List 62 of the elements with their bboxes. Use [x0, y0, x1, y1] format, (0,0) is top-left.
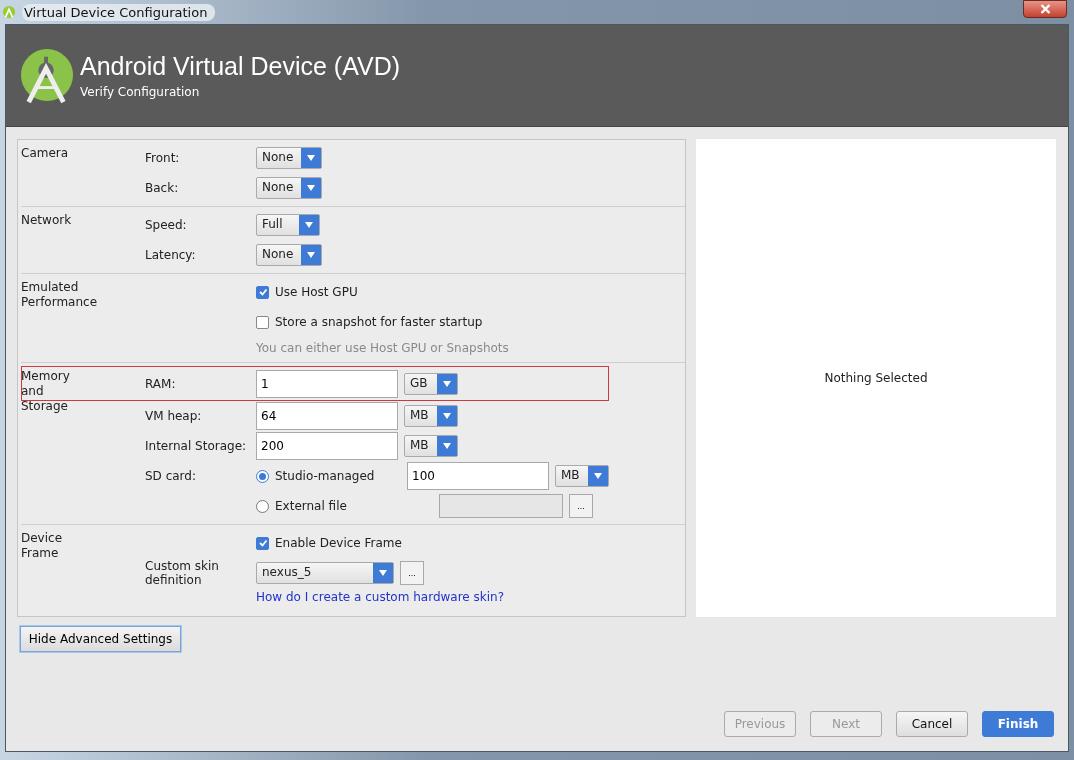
radio-label: Studio-managed	[275, 469, 376, 483]
caret-icon	[443, 380, 451, 387]
window-title: Virtual Device Configuration	[22, 3, 216, 21]
browse-button[interactable]: ...	[569, 494, 593, 518]
radio-label: External file	[275, 499, 348, 513]
caret-icon	[443, 413, 451, 419]
unit-dropdown[interactable]: MB	[404, 405, 458, 427]
header-title: Android Virtual Device (AVD)	[80, 52, 401, 81]
section-label: Emulated Performance	[21, 279, 99, 311]
field-label: VM heap:	[145, 409, 202, 423]
text-input[interactable]: 1	[256, 369, 398, 398]
section-label: Network	[21, 212, 73, 229]
radio-button[interactable]	[256, 499, 269, 513]
footer-button[interactable]: Finish	[982, 711, 1054, 737]
caret-icon	[594, 473, 602, 479]
hint-text: You can either use Host GPU or Snapshots	[256, 341, 509, 355]
checkbox-label: Use Host GPU	[275, 285, 358, 299]
android-logo-icon	[2, 5, 16, 19]
dropdown[interactable]: nexus_5	[256, 562, 394, 584]
checkbox-label: Store a snapshot for faster startup	[275, 315, 483, 329]
checkbox[interactable]	[256, 536, 269, 550]
close-button[interactable]	[1023, 0, 1067, 18]
section-label: Camera	[21, 145, 70, 162]
footer-button[interactable]: Cancel	[896, 711, 968, 737]
dropdown[interactable]: None	[256, 177, 323, 199]
field-label: Custom skin definition	[145, 559, 219, 587]
browse-button[interactable]: ...	[400, 561, 424, 585]
unit-dropdown[interactable]: MB	[555, 465, 609, 487]
caret-icon	[307, 155, 316, 161]
caret-icon	[307, 252, 316, 258]
unit-dropdown[interactable]: GB	[404, 372, 458, 395]
file-path-field[interactable]	[439, 494, 563, 518]
android-studio-logo-icon	[20, 47, 74, 104]
close-icon	[1039, 4, 1051, 14]
section-label: Memory and Storage	[21, 368, 71, 415]
text-input[interactable]: 200	[256, 432, 398, 460]
dropdown[interactable]: None	[256, 244, 323, 266]
checkbox[interactable]	[256, 315, 269, 329]
unit-dropdown[interactable]: MB	[404, 435, 458, 457]
caret-icon	[305, 222, 313, 228]
text-input[interactable]: 100	[407, 462, 549, 490]
section-label: Device Frame	[21, 530, 64, 562]
field-label: Internal Storage:	[145, 439, 247, 453]
caret-icon	[379, 570, 387, 576]
text-input[interactable]: 64	[256, 402, 398, 430]
field-label: Speed:	[145, 218, 187, 232]
header-subtitle: Verify Configuration	[80, 85, 201, 99]
checkbox-label: Enable Device Frame	[275, 536, 402, 550]
field-label: Back:	[145, 181, 179, 195]
field-label: RAM:	[145, 376, 176, 391]
preview-empty-text: Nothing Selected	[824, 371, 928, 385]
field-label: Latency:	[145, 248, 196, 262]
help-link[interactable]: How do I create a custom hardware skin?	[256, 590, 505, 604]
dropdown[interactable]: Full	[256, 214, 320, 236]
dropdown[interactable]: None	[256, 147, 323, 169]
field-label: SD card:	[145, 469, 196, 483]
field-label: Front:	[145, 151, 180, 165]
caret-icon	[307, 185, 316, 191]
checkbox[interactable]	[256, 285, 269, 299]
hide-advanced-settings-button[interactable]: Hide Advanced Settings	[20, 626, 181, 652]
radio-button[interactable]	[256, 469, 269, 483]
caret-icon	[443, 443, 451, 449]
